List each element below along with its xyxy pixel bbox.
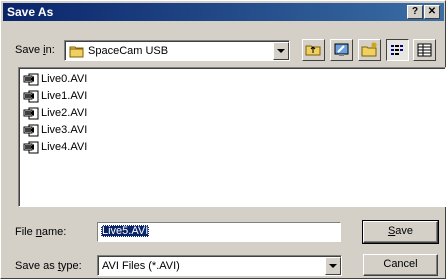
desktop-button[interactable]: [330, 39, 353, 61]
save-in-dropdown[interactable]: SpaceCam USB: [64, 40, 290, 61]
file-list-item-name: Live2.AVI: [41, 107, 88, 119]
file-list-item-name: Live1.AVI: [41, 90, 88, 102]
file-list-item-name: Live4.AVI: [41, 141, 88, 153]
save-button[interactable]: Save: [362, 220, 439, 244]
video-file-icon: [23, 124, 40, 137]
up-folder-icon: [305, 45, 321, 56]
title-bar[interactable]: Save As ? ✕: [3, 3, 444, 21]
video-file-icon: [23, 73, 40, 86]
list-view-button[interactable]: [386, 39, 409, 61]
new-folder-button[interactable]: [358, 39, 381, 61]
save-in-dropdown-arrow[interactable]: [273, 42, 289, 60]
file-name-label: File name:: [15, 226, 67, 238]
list-view-icon: [391, 45, 403, 55]
new-folder-icon: [361, 42, 377, 57]
file-name-value: Live5.AVI: [101, 225, 150, 237]
folder-icon: [69, 46, 84, 58]
help-button[interactable]: ?: [407, 5, 423, 19]
details-view-button[interactable]: [413, 39, 436, 61]
save-as-type-dropdown-arrow[interactable]: [325, 257, 341, 275]
save-in-label: Save in:: [15, 44, 55, 56]
file-name-input[interactable]: Live5.AVI: [97, 222, 341, 242]
save-as-dialog: Save As ? ✕ Save in: SpaceCam USB Live0.…: [0, 0, 446, 279]
save-in-value: SpaceCam USB: [88, 45, 169, 57]
desktop-icon: [334, 43, 349, 56]
video-file-icon: [23, 141, 40, 154]
close-icon: ✕: [427, 6, 437, 17]
cancel-button[interactable]: Cancel: [363, 254, 438, 276]
up-one-level-button[interactable]: [302, 39, 325, 61]
close-button[interactable]: ✕: [424, 5, 440, 19]
file-list-item-name: Live3.AVI: [41, 124, 88, 136]
video-file-icon: [23, 107, 40, 120]
file-list[interactable]: Live0.AVI Live1.AVI Live2.AVI Live3.AVI Live…: [18, 67, 446, 207]
save-as-type-dropdown[interactable]: AVI Files (*.AVI): [97, 255, 342, 276]
details-view-icon: [417, 43, 432, 57]
save-as-type-label: Save as type:: [15, 260, 82, 272]
video-file-icon: [23, 90, 40, 103]
help-icon: ?: [411, 6, 419, 17]
file-list-item-name: Live0.AVI: [41, 73, 88, 85]
window-title: Save As: [7, 5, 54, 19]
save-as-type-value: AVI Files (*.AVI): [102, 260, 180, 272]
